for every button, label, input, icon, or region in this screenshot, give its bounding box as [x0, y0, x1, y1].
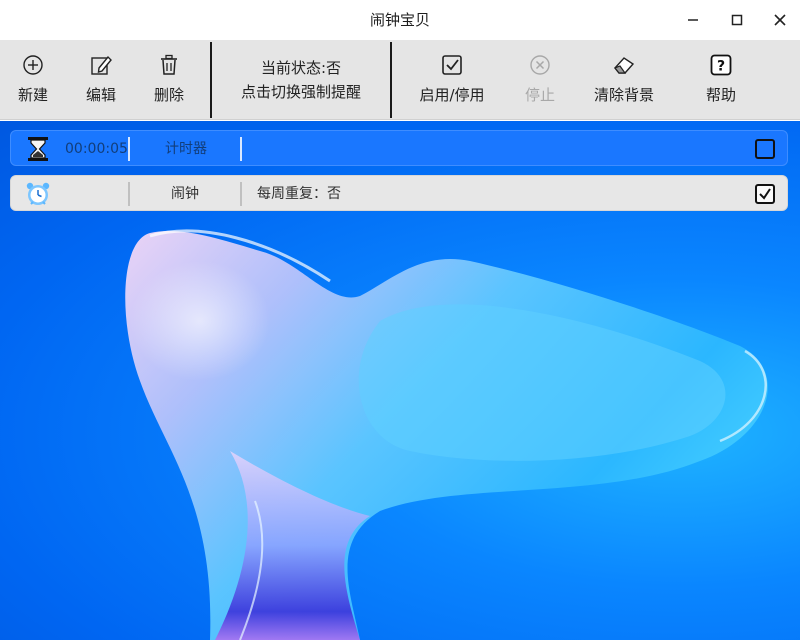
new-button[interactable]: 新建 — [10, 40, 56, 120]
svg-text:?: ? — [717, 59, 725, 75]
column-divider — [240, 182, 242, 206]
edit-button[interactable]: 编辑 — [78, 40, 124, 120]
alarm-repeat: 每周重复：否 — [257, 186, 341, 202]
eraser-icon — [612, 52, 636, 78]
close-icon — [774, 14, 786, 26]
toolbar-divider — [210, 42, 212, 118]
checkmark-icon — [759, 188, 771, 200]
alarm-clock-icon — [26, 182, 50, 205]
minimize-button[interactable] — [681, 8, 705, 32]
column-divider — [128, 137, 130, 161]
timer-time: 00:00:05 — [65, 141, 128, 157]
new-button-label: 新建 — [17, 86, 48, 104]
window-title: 闹钟宝贝 — [369, 11, 430, 29]
timer-row[interactable]: 00:00:05 计时器 — [10, 130, 788, 166]
close-button[interactable] — [768, 8, 792, 32]
alarm-enable-checkbox[interactable] — [755, 184, 775, 204]
plus-circle-icon — [22, 52, 44, 78]
title-bar: 闹钟宝贝 — [0, 0, 800, 40]
clear-background-button[interactable]: 清除背景 — [584, 40, 664, 120]
enable-disable-button[interactable]: 启用/停用 — [412, 40, 492, 120]
force-reminder-toggle[interactable]: 当前状态:否 点击切换强制提醒 — [213, 40, 389, 120]
pencil-edit-icon — [90, 52, 112, 78]
toolbar-divider — [390, 42, 392, 118]
column-divider — [128, 182, 130, 206]
maximize-icon — [731, 14, 743, 26]
enable-disable-label: 启用/停用 — [419, 86, 485, 104]
alarm-row[interactable]: 闹钟 每周重复：否 — [10, 175, 788, 211]
stop-button[interactable]: 停止 — [518, 40, 562, 120]
hourglass-icon — [28, 137, 48, 161]
maximize-button[interactable] — [725, 8, 749, 32]
stop-button-label: 停止 — [524, 86, 555, 104]
minimize-icon — [688, 19, 698, 21]
delete-button[interactable]: 删除 — [146, 40, 192, 120]
status-hint: 点击切换强制提醒 — [240, 83, 361, 101]
trash-icon — [159, 52, 179, 78]
checkbox-checked-icon — [441, 52, 463, 78]
main-area: 00:00:05 计时器 闹钟 每周重复：否 — [0, 121, 800, 640]
status-text: 当前状态:否 — [260, 59, 342, 77]
help-button-label: 帮助 — [705, 86, 736, 104]
timer-type: 计时器 — [165, 141, 207, 157]
clear-background-label: 清除背景 — [593, 86, 654, 104]
help-button[interactable]: ? 帮助 — [698, 40, 744, 120]
alarm-type: 闹钟 — [171, 186, 199, 202]
timer-enable-checkbox[interactable] — [755, 139, 775, 159]
column-divider — [240, 137, 242, 161]
delete-button-label: 删除 — [153, 86, 184, 104]
help-question-icon: ? — [710, 52, 732, 78]
edit-button-label: 编辑 — [85, 86, 116, 104]
stop-circle-x-icon — [529, 52, 551, 78]
